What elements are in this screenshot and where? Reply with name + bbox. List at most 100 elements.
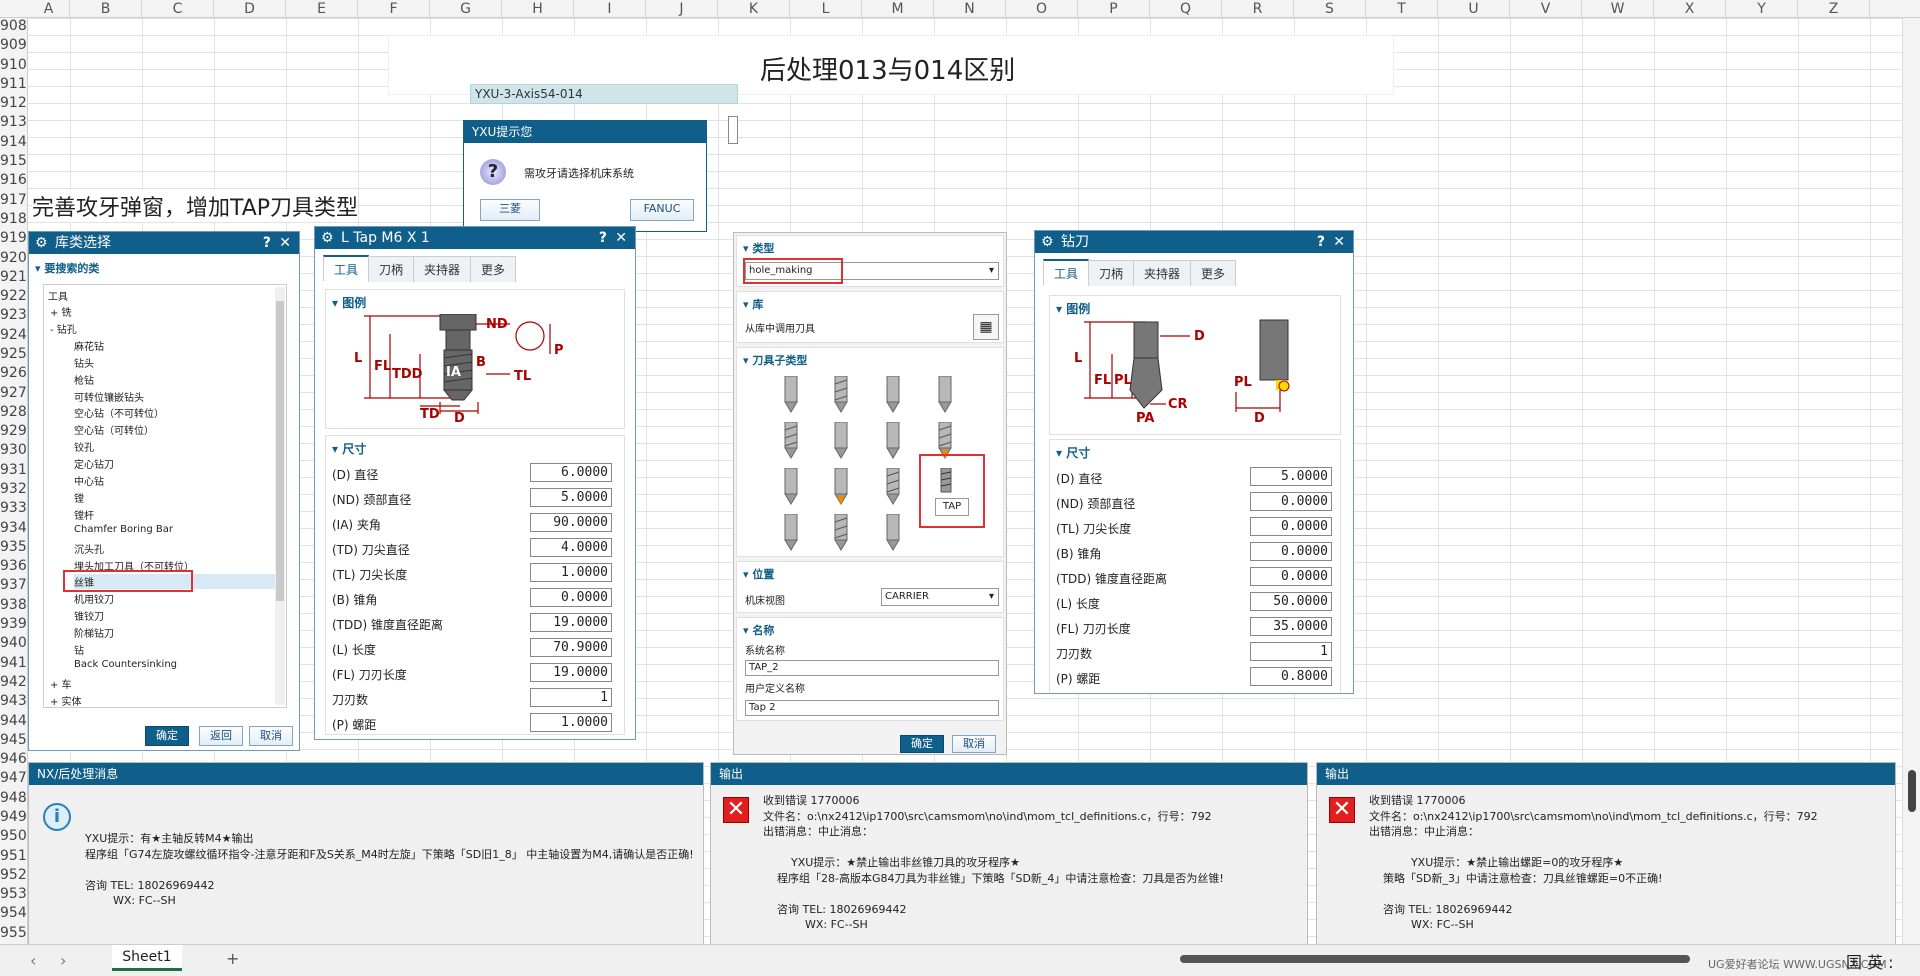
column-header-B[interactable]: B xyxy=(70,0,142,18)
row-header-915[interactable]: 915 xyxy=(0,153,28,170)
param-value-field[interactable]: 0.8000 xyxy=(1250,667,1332,686)
row-header-911[interactable]: 911 xyxy=(0,76,28,93)
drill-dims-header[interactable]: ▾ 尺寸 xyxy=(1056,444,1090,461)
column-header-X[interactable]: X xyxy=(1654,0,1726,18)
type-header[interactable]: ▾ 类型 xyxy=(743,240,774,256)
row-header-944[interactable]: 944 xyxy=(0,713,28,730)
tree-scrollbar[interactable] xyxy=(275,287,285,705)
row-header-953[interactable]: 953 xyxy=(0,886,28,903)
column-header-K[interactable]: K xyxy=(718,0,790,18)
tree-item[interactable]: 麻花钻 xyxy=(74,338,104,353)
column-header-I[interactable]: I xyxy=(574,0,646,18)
library-back-button[interactable]: 返回 xyxy=(199,726,243,746)
sheet-tab[interactable]: Sheet1 xyxy=(112,945,182,971)
param-value-field[interactable]: 1 xyxy=(530,688,612,707)
column-header-E[interactable]: E xyxy=(286,0,358,18)
row-header-931[interactable]: 931 xyxy=(0,462,28,479)
row-header-955[interactable]: 955 xyxy=(0,925,28,942)
sys-name-field[interactable]: TAP_2 xyxy=(745,660,999,676)
row-header-943[interactable]: 943 xyxy=(0,693,28,710)
tree-item[interactable]: Chamfer Boring Bar xyxy=(74,524,173,535)
add-sheet-button[interactable]: + xyxy=(226,949,239,968)
row-header-927[interactable]: 927 xyxy=(0,385,28,402)
tool-subtype-icon[interactable] xyxy=(777,467,805,506)
name-header[interactable]: ▾ 名称 xyxy=(743,622,774,638)
tab-clamp[interactable]: 夹持器 xyxy=(1133,260,1192,286)
column-header-R[interactable]: R xyxy=(1222,0,1294,18)
row-header-936[interactable]: 936 xyxy=(0,558,28,575)
param-value-field[interactable]: 0.0000 xyxy=(530,588,612,607)
tab-more[interactable]: 更多 xyxy=(470,256,517,282)
type-cancel-button[interactable]: 取消 xyxy=(952,735,996,753)
tool-subtype-icon[interactable] xyxy=(777,421,805,460)
row-header-945[interactable]: 945 xyxy=(0,732,28,749)
param-value-field[interactable]: 6.0000 xyxy=(530,463,612,482)
tree-item[interactable]: 机用铰刀 xyxy=(74,591,114,606)
row-header-914[interactable]: 914 xyxy=(0,134,28,151)
side-control[interactable] xyxy=(728,116,738,144)
row-header-933[interactable]: 933 xyxy=(0,500,28,517)
column-header-F[interactable]: F xyxy=(358,0,430,18)
tool-subtype-icon[interactable] xyxy=(777,375,805,414)
tool-subtype-icon[interactable] xyxy=(777,513,805,552)
row-header-913[interactable]: 913 xyxy=(0,114,28,131)
param-value-field[interactable]: 1.0000 xyxy=(530,713,612,732)
column-header-P[interactable]: P xyxy=(1078,0,1150,18)
row-header-938[interactable]: 938 xyxy=(0,597,28,614)
row-header-921[interactable]: 921 xyxy=(0,269,28,286)
tool-subtype-icon[interactable] xyxy=(879,513,907,552)
tree-item[interactable]: 铰孔 xyxy=(74,439,94,454)
close-icon[interactable]: ✕ xyxy=(279,232,291,254)
row-header-918[interactable]: 918 xyxy=(0,211,28,228)
tab-tool[interactable]: 工具 xyxy=(323,255,370,281)
column-header-C[interactable]: C xyxy=(142,0,214,18)
row-header-947[interactable]: 947 xyxy=(0,770,28,787)
column-header-H[interactable]: H xyxy=(502,0,574,18)
row-header-934[interactable]: 934 xyxy=(0,520,28,537)
row-header-908[interactable]: 908 xyxy=(0,18,28,35)
column-header-T[interactable]: T xyxy=(1366,0,1438,18)
row-header-929[interactable]: 929 xyxy=(0,423,28,440)
tree-item[interactable]: 中心钻 xyxy=(74,473,104,488)
close-icon[interactable]: ✕ xyxy=(1333,231,1345,253)
tree-item[interactable]: 空心钻（可转位） xyxy=(74,422,154,437)
row-header-920[interactable]: 920 xyxy=(0,250,28,267)
tree-item[interactable]: 钻 xyxy=(74,642,84,657)
tab-holder[interactable]: 刀柄 xyxy=(368,256,415,282)
tree-item[interactable]: - 钻孔 xyxy=(50,321,77,336)
tab-more[interactable]: 更多 xyxy=(1190,260,1237,286)
row-header-925[interactable]: 925 xyxy=(0,346,28,363)
column-header-Y[interactable]: Y xyxy=(1726,0,1798,18)
tree-item[interactable]: 空心钻（不可转位） xyxy=(74,405,164,420)
param-value-field[interactable]: 35.0000 xyxy=(1250,617,1332,636)
column-header-Q[interactable]: Q xyxy=(1150,0,1222,18)
column-header-D[interactable]: D xyxy=(214,0,286,18)
tree-item[interactable]: 可转位镶嵌钻头 xyxy=(74,389,144,404)
tree-item[interactable]: 镗杆 xyxy=(74,507,94,522)
param-value-field[interactable]: 19.0000 xyxy=(530,663,612,682)
row-header-916[interactable]: 916 xyxy=(0,172,28,189)
column-header-M[interactable]: M xyxy=(862,0,934,18)
tree-item[interactable]: 枪钻 xyxy=(74,372,94,387)
param-value-field[interactable]: 19.0000 xyxy=(530,613,612,632)
tree-item[interactable]: 钻头 xyxy=(74,355,94,370)
param-value-field[interactable]: 1.0000 xyxy=(530,563,612,582)
param-value-field[interactable]: 1 xyxy=(1250,642,1332,661)
tool-subtype-icon[interactable] xyxy=(827,421,855,460)
row-header-940[interactable]: 940 xyxy=(0,635,28,652)
tool-subtype-icon[interactable] xyxy=(879,421,907,460)
tool-subtype-icon[interactable] xyxy=(827,467,855,506)
column-header-G[interactable]: G xyxy=(430,0,502,18)
tab-holder[interactable]: 刀柄 xyxy=(1088,260,1135,286)
row-header-923[interactable]: 923 xyxy=(0,307,28,324)
subtype-header[interactable]: ▾ 刀具子类型 xyxy=(743,352,807,368)
fanuc-button[interactable]: FANUC xyxy=(630,199,694,221)
param-value-field[interactable]: 5.0000 xyxy=(1250,467,1332,486)
tap-legend-header[interactable]: ▾ 图例 xyxy=(332,294,366,311)
type-ok-button[interactable]: 确定 xyxy=(900,735,944,753)
row-header-939[interactable]: 939 xyxy=(0,616,28,633)
row-header-942[interactable]: 942 xyxy=(0,674,28,691)
library-cancel-button[interactable]: 取消 xyxy=(249,726,293,746)
help-icon[interactable]: ? xyxy=(1317,231,1325,253)
tab-tool[interactable]: 工具 xyxy=(1043,259,1090,285)
